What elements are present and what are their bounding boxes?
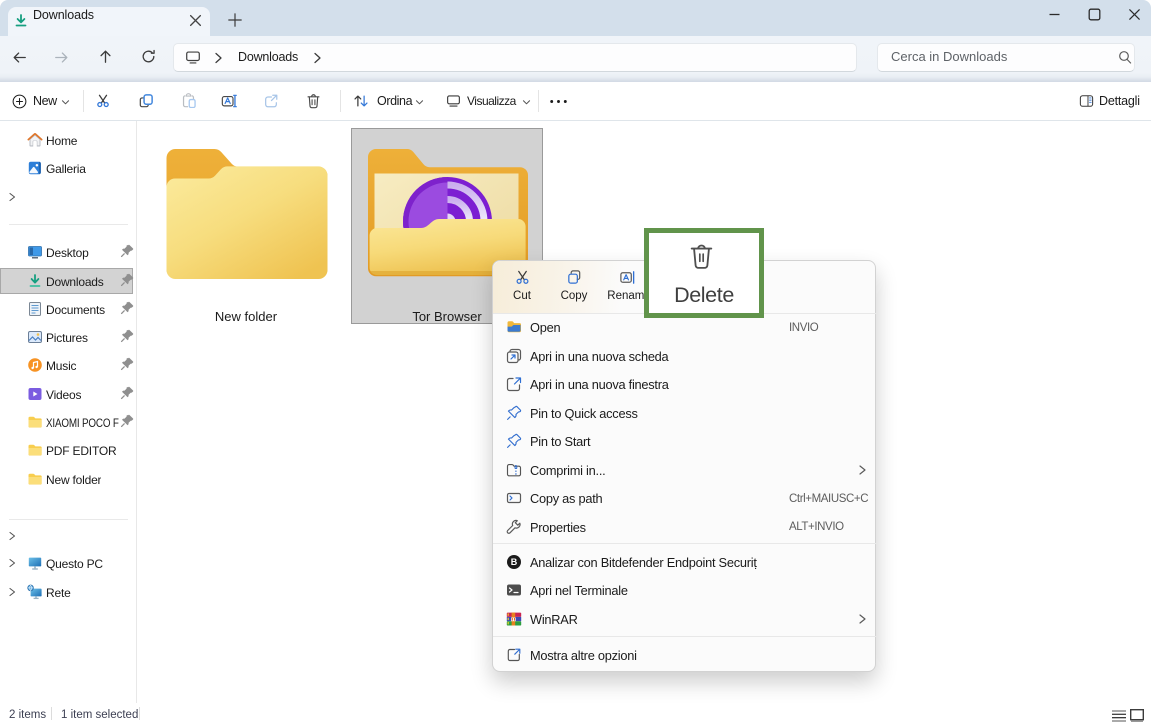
svg-text:B: B (511, 557, 518, 567)
